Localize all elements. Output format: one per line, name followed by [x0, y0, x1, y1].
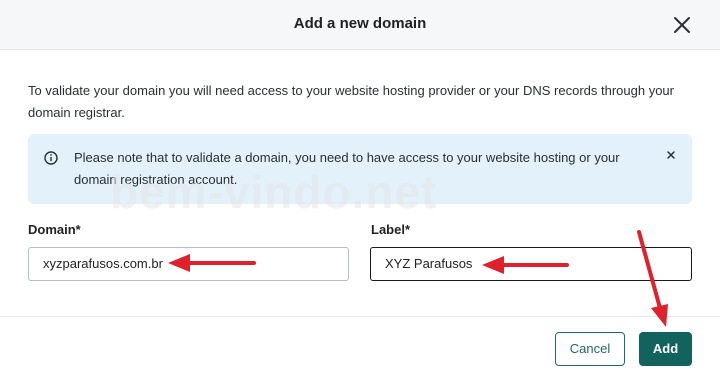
domain-label: Domain*: [28, 222, 81, 237]
dismiss-icon[interactable]: [664, 148, 678, 162]
cancel-button[interactable]: Cancel: [555, 332, 625, 366]
close-button[interactable]: [670, 13, 694, 37]
intro-text: To validate your domain you will need ac…: [28, 83, 674, 120]
domain-input[interactable]: xyzparafusos.com.br: [28, 247, 349, 281]
close-icon: [674, 17, 690, 33]
label-label: Label*: [371, 222, 411, 237]
label-input[interactable]: XYZ Parafusos: [370, 247, 692, 281]
add-button[interactable]: Add: [639, 332, 692, 366]
dialog-header: Add a new domain: [0, 0, 720, 50]
notice-banner: Please note that to validate a domain, y…: [28, 134, 692, 204]
dialog-title: Add a new domain: [293, 15, 427, 32]
info-icon: [44, 151, 58, 165]
notice-message: Please note that to validate a domain, y…: [74, 150, 620, 187]
footer-divider: [0, 316, 720, 317]
